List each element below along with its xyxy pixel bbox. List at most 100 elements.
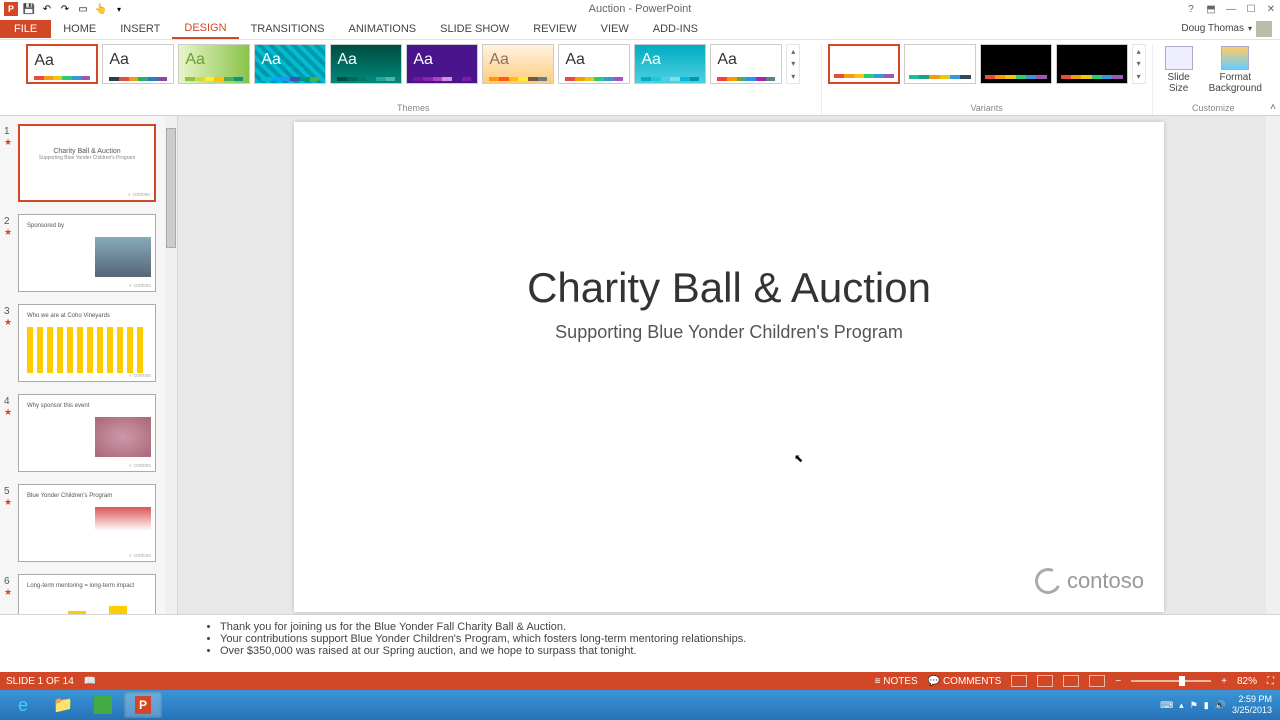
theme-option-9[interactable]: Aa	[710, 44, 782, 84]
spellcheck-icon[interactable]: 📖	[84, 676, 96, 687]
explorer-icon[interactable]: 📁	[44, 692, 82, 718]
user-name: Doug Thomas	[1181, 23, 1244, 34]
qat-customize-icon[interactable]: ▾	[112, 2, 126, 16]
tab-transitions[interactable]: TRANSITIONS	[239, 20, 337, 38]
normal-view-button[interactable]	[1011, 675, 1027, 687]
slide-subtitle-text[interactable]: Supporting Blue Yonder Children's Progra…	[294, 322, 1164, 343]
slide-counter[interactable]: SLIDE 1 OF 14	[6, 676, 74, 687]
mouse-cursor: ⬉	[794, 452, 803, 465]
slide-thumbnail-1[interactable]: 1★Charity Ball & AuctionSupporting Blue …	[4, 124, 173, 202]
tab-addins[interactable]: ADD-INS	[641, 20, 710, 38]
slide-editor: Charity Ball & Auction Supporting Blue Y…	[178, 116, 1280, 614]
ie-icon[interactable]: e	[4, 692, 42, 718]
theme-option-7[interactable]: Aa	[558, 44, 630, 84]
greenshot-icon[interactable]	[84, 692, 122, 718]
zoom-slider[interactable]	[1131, 680, 1211, 682]
variant-option-0[interactable]	[828, 44, 900, 84]
slide-thumbnail-2[interactable]: 2★Sponsored by◐ contoso	[4, 214, 173, 292]
slide-size-button[interactable]: Slide Size	[1159, 44, 1199, 96]
tab-view[interactable]: VIEW	[589, 20, 641, 38]
slide-thumbnail-5[interactable]: 5★Blue Yonder Children's Program◐ contos…	[4, 484, 173, 562]
workspace: 1★Charity Ball & AuctionSupporting Blue …	[0, 116, 1280, 614]
tray-network-icon[interactable]: ▮	[1204, 700, 1209, 711]
tab-review[interactable]: REVIEW	[521, 20, 588, 38]
zoom-in-button[interactable]: +	[1221, 676, 1227, 687]
format-bg-icon	[1221, 46, 1249, 70]
zoom-out-button[interactable]: −	[1115, 676, 1121, 687]
powerpoint-taskbar-icon[interactable]: P	[124, 692, 162, 718]
variant-option-2[interactable]	[980, 44, 1052, 84]
format-background-button[interactable]: Format Background	[1203, 44, 1268, 96]
help-icon[interactable]: ?	[1184, 2, 1198, 16]
tab-home[interactable]: HOME	[51, 20, 108, 38]
status-bar: SLIDE 1 OF 14 📖 ≡ NOTES 💬 COMMENTS − + 8…	[0, 672, 1280, 690]
ribbon-options-icon[interactable]: ⬒	[1204, 2, 1218, 16]
title-bar: P 💾 ↶ ↷ ▭ 👆 ▾ Auction - PowerPoint ? ⬒ —…	[0, 0, 1280, 18]
theme-option-8[interactable]: Aa	[634, 44, 706, 84]
contoso-logo-text: contoso	[1067, 568, 1144, 594]
tray-keyboard-icon[interactable]: ⌨	[1160, 700, 1173, 711]
variants-gallery: ▴▾▾	[828, 44, 1146, 84]
theme-option-3[interactable]: Aa	[254, 44, 326, 84]
theme-option-6[interactable]: Aa	[482, 44, 554, 84]
window-controls: ? ⬒ — ☐ ✕	[1184, 2, 1278, 16]
save-icon[interactable]: 💾	[22, 2, 36, 16]
tray-volume-icon[interactable]: 🔊	[1215, 700, 1226, 711]
editor-scrollbar[interactable]	[1266, 116, 1280, 614]
touch-mode-icon[interactable]: 👆	[94, 2, 108, 16]
themes-expand-button[interactable]: ▴▾▾	[786, 44, 800, 84]
collapse-ribbon-icon[interactable]: ˄	[1270, 102, 1276, 113]
contoso-logo: contoso	[1035, 568, 1144, 594]
slide-sorter-button[interactable]	[1037, 675, 1053, 687]
theme-option-4[interactable]: Aa	[330, 44, 402, 84]
note-line[interactable]: Your contributions support Blue Yonder C…	[220, 633, 1080, 645]
tab-slideshow[interactable]: SLIDE SHOW	[428, 20, 521, 38]
slide-thumbnail-3[interactable]: 3★Who we are at Coho Vineyards◐ contoso	[4, 304, 173, 382]
ppt-app-icon[interactable]: P	[4, 2, 18, 16]
start-from-beginning-icon[interactable]: ▭	[76, 2, 90, 16]
windows-taskbar: e 📁 P ⌨ ▴ ⚑ ▮ 🔊 2:59 PM 3/25/2013	[0, 690, 1280, 720]
ribbon-design: AaAaAaAaAaAaAaAaAaAa▴▾▾ Themes ▴▾▾ Varia…	[0, 40, 1280, 116]
minimize-icon[interactable]: —	[1224, 2, 1238, 16]
tab-insert[interactable]: INSERT	[108, 20, 172, 38]
zoom-level[interactable]: 82%	[1237, 676, 1257, 687]
contoso-logo-icon	[1031, 564, 1064, 597]
system-tray: ⌨ ▴ ⚑ ▮ 🔊 2:59 PM 3/25/2013	[1160, 694, 1276, 716]
undo-icon[interactable]: ↶	[40, 2, 54, 16]
tab-file[interactable]: FILE	[0, 20, 51, 38]
fit-to-window-button[interactable]: ⛶	[1267, 676, 1274, 687]
close-icon[interactable]: ✕	[1264, 2, 1278, 16]
reading-view-button[interactable]	[1063, 675, 1079, 687]
slide-title-text[interactable]: Charity Ball & Auction	[294, 264, 1164, 312]
thumbnail-scrollbar[interactable]	[165, 116, 177, 614]
note-line[interactable]: Over $350,000 was raised at our Spring a…	[220, 645, 1080, 657]
user-avatar	[1256, 21, 1272, 37]
variant-option-3[interactable]	[1056, 44, 1128, 84]
slide-thumbnail-6[interactable]: 6★Long-term mentoring = long-term impact…	[4, 574, 173, 614]
notes-pane[interactable]: Thank you for joining us for the Blue Yo…	[0, 614, 1280, 672]
variant-option-1[interactable]	[904, 44, 976, 84]
note-line[interactable]: Thank you for joining us for the Blue Yo…	[220, 621, 1080, 633]
ribbon-tabs: FILE HOME INSERT DESIGN TRANSITIONS ANIM…	[0, 18, 1280, 40]
user-account[interactable]: Doug Thomas ▾	[1181, 21, 1272, 37]
redo-icon[interactable]: ↷	[58, 2, 72, 16]
variants-expand-button[interactable]: ▴▾▾	[1132, 44, 1146, 84]
slideshow-view-button[interactable]	[1089, 675, 1105, 687]
slide-thumbnail-4[interactable]: 4★Why sponsor this event◐ contoso	[4, 394, 173, 472]
tab-design[interactable]: DESIGN	[172, 19, 238, 39]
theme-option-5[interactable]: Aa	[406, 44, 478, 84]
slide-list: 1★Charity Ball & AuctionSupporting Blue …	[0, 116, 177, 614]
window-title: Auction - PowerPoint	[589, 3, 692, 15]
maximize-icon[interactable]: ☐	[1244, 2, 1258, 16]
theme-option-0[interactable]: Aa	[26, 44, 98, 84]
slide-canvas[interactable]: Charity Ball & Auction Supporting Blue Y…	[294, 122, 1164, 612]
tray-flag-icon[interactable]: ⚑	[1190, 700, 1198, 711]
notes-button[interactable]: ≡ NOTES	[875, 676, 918, 687]
variants-label: Variants	[970, 103, 1002, 115]
tab-animations[interactable]: ANIMATIONS	[337, 20, 429, 38]
theme-option-2[interactable]: Aa	[178, 44, 250, 84]
comments-button[interactable]: 💬 COMMENTS	[928, 676, 1002, 687]
theme-option-1[interactable]: Aa	[102, 44, 174, 84]
tray-hidden-icon[interactable]: ▴	[1179, 700, 1184, 711]
taskbar-clock[interactable]: 2:59 PM 3/25/2013	[1232, 694, 1276, 716]
